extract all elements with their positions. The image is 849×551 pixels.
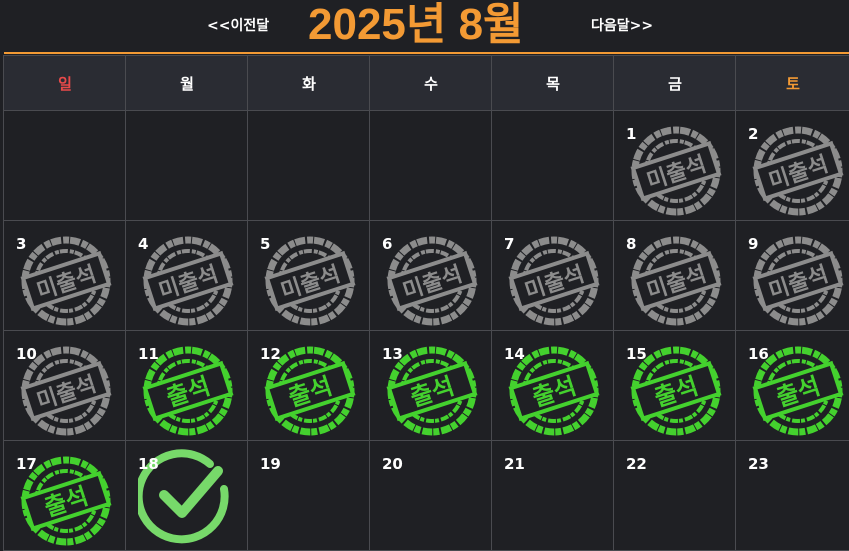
day-number: 8 [626,235,637,253]
calendar-day-cell[interactable]: 미출석 6 [369,220,493,331]
calendar-day-cell[interactable]: 미출석 9 [735,220,849,331]
day-number: 20 [382,455,403,473]
absent-stamp-icon: 미출석 [752,126,844,216]
calendar-empty-cell [125,110,249,221]
calendar-day-cell[interactable]: 출석 13 [369,330,493,441]
weekday-header: 화 [247,55,371,111]
month-title: 2025년 8월 [308,0,524,49]
day-number: 3 [16,235,27,253]
day-number: 1 [626,125,637,143]
day-number: 22 [626,455,647,473]
weekday-label: 목 [546,74,560,93]
absent-stamp-icon: 미출석 [630,236,722,326]
calendar-day-cell[interactable]: 미출석 7 [491,220,615,331]
day-number: 5 [260,235,271,253]
absent-stamp-icon: 미출석 [630,126,722,216]
absent-stamp-icon: 미출석 [752,236,844,326]
calendar-day-cell[interactable]: 미출석 4 [125,220,249,331]
calendar-day-cell[interactable]: 22 [613,440,737,551]
weekday-label: 화 [302,74,316,93]
next-month-link[interactable]: 다음달>> [591,15,653,35]
day-number: 23 [748,455,769,473]
calendar-day-cell[interactable]: 21 [491,440,615,551]
calendar-day-cell[interactable]: 18 [125,440,249,551]
weekday-label: 토 [786,74,800,93]
day-number: 16 [748,345,769,363]
day-number: 18 [138,455,159,473]
weekday-header: 토 [735,55,849,111]
day-number: 2 [748,125,759,143]
weekday-header: 일 [3,55,127,111]
absent-stamp-icon: 미출석 [508,236,600,326]
day-number: 6 [382,235,393,253]
day-number: 19 [260,455,281,473]
day-number: 17 [16,455,37,473]
absent-stamp-icon: 미출석 [142,236,234,326]
calendar-day-cell[interactable]: 23 [735,440,849,551]
day-number: 12 [260,345,281,363]
calendar-day-cell[interactable]: 출석 11 [125,330,249,441]
day-number: 15 [626,345,647,363]
day-number: 14 [504,345,525,363]
day-number: 4 [138,235,149,253]
weekday-header: 금 [613,55,737,111]
calendar-day-cell[interactable]: 미출석 2 [735,110,849,221]
weekday-label: 일 [58,74,72,93]
calendar-header: <<이전달 2025년 8월 다음달>> [0,0,849,53]
weekday-label: 월 [180,74,194,93]
absent-stamp-icon: 미출석 [386,236,478,326]
weekday-label: 금 [668,74,682,93]
day-number: 13 [382,345,403,363]
calendar-day-cell[interactable]: 미출석 10 [3,330,127,441]
day-number: 9 [748,235,759,253]
calendar-day-cell[interactable]: 미출석 5 [247,220,371,331]
calendar-day-cell[interactable]: 미출석 8 [613,220,737,331]
absent-stamp-icon: 미출석 [264,236,356,326]
calendar-empty-cell [369,110,493,221]
header-divider [4,52,849,54]
day-number: 10 [16,345,37,363]
weekday-label: 수 [424,74,438,93]
calendar-day-cell[interactable]: 출석 16 [735,330,849,441]
calendar-day-cell[interactable]: 출석 17 [3,440,127,551]
weekday-header: 월 [125,55,249,111]
calendar-empty-cell [3,110,127,221]
day-number: 11 [138,345,159,363]
calendar-day-cell[interactable]: 19 [247,440,371,551]
calendar-day-cell[interactable]: 미출석 3 [3,220,127,331]
absent-stamp-icon: 미출석 [20,236,112,326]
weekday-header: 목 [491,55,615,111]
calendar-day-cell[interactable]: 미출석 1 [613,110,737,221]
prev-month-link[interactable]: <<이전달 [207,15,269,35]
weekday-header: 수 [369,55,493,111]
calendar-day-cell[interactable]: 출석 15 [613,330,737,441]
calendar-empty-cell [247,110,371,221]
calendar-empty-cell [491,110,615,221]
day-number: 21 [504,455,525,473]
calendar-day-cell[interactable]: 출석 12 [247,330,371,441]
calendar-day-cell[interactable]: 20 [369,440,493,551]
calendar-day-cell[interactable]: 출석 14 [491,330,615,441]
day-number: 7 [504,235,515,253]
